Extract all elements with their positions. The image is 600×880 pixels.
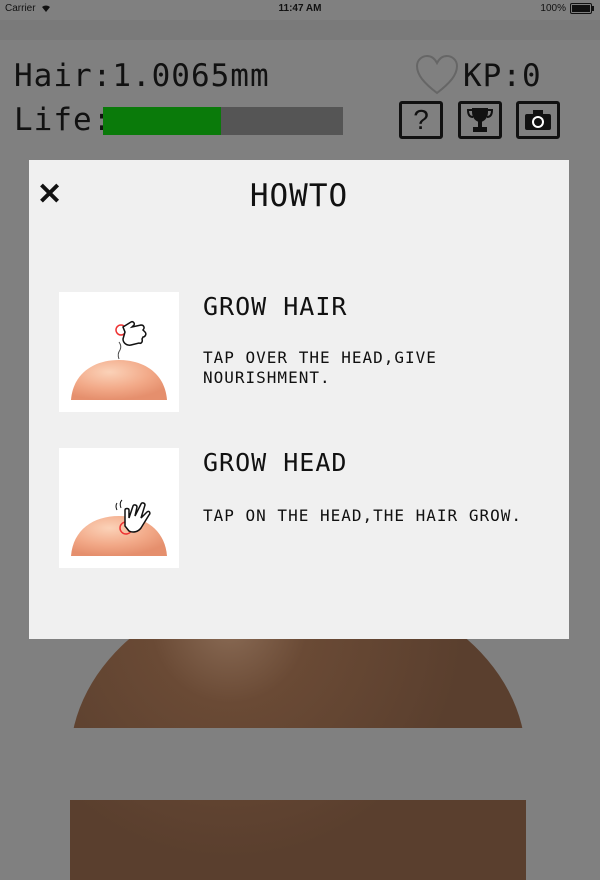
floor-background [0,728,600,800]
kp-readout: KP:0 [463,58,542,94]
ranking-button[interactable] [458,101,502,139]
life-bar [103,107,343,135]
grow-head-illustration [59,448,179,568]
hair-length-readout: Hair:1.0065mm [14,58,270,94]
camera-icon [525,110,551,130]
question-icon: ? [413,104,429,135]
tip-description: TAP OVER THE HEAD,GIVE NOURISHMENT. [203,348,437,387]
camera-button[interactable] [516,101,560,139]
dialog-title: HOWTO [249,178,349,214]
grow-hair-illustration [59,292,179,412]
battery-percent: 100% [540,3,566,14]
howto-dialog: ✕ HOWTO GROW HAIR TAP OVER THE HEAD,GIVE… [29,160,569,639]
trophy-icon [467,108,493,132]
status-bar: Carrier 11:47 AM 100% [0,0,600,20]
status-time: 11:47 AM [278,3,322,14]
tip-title: GROW HEAD [203,448,348,477]
battery-icon [570,3,594,14]
top-bar-background [0,20,600,40]
help-button[interactable]: ? [399,101,443,139]
heart-icon [415,54,459,95]
battery-indicator: 100% [540,3,594,14]
tip-description: TAP ON THE HEAD,THE HAIR GROW. [203,506,522,525]
life-bar-fill [103,107,221,135]
tip-title: GROW HAIR [203,292,348,321]
life-label: Life: [14,102,113,138]
